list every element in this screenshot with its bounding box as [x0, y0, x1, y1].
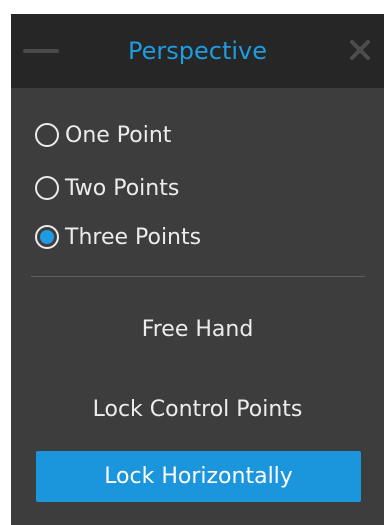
radio-button-checked-icon[interactable] — [35, 225, 59, 249]
radio-label: One Point — [65, 122, 172, 148]
lock-control-points-button[interactable]: Lock Control Points — [11, 397, 384, 422]
title-bar: Perspective — [11, 14, 384, 88]
radio-button-icon[interactable] — [35, 176, 59, 200]
radio-two-points[interactable]: Two Points — [35, 170, 179, 206]
radio-button-icon[interactable] — [35, 123, 59, 147]
divider — [31, 276, 365, 277]
radio-label: Three Points — [65, 224, 202, 250]
lock-horizontally-button[interactable]: Lock Horizontally — [36, 451, 361, 502]
free-hand-button[interactable]: Free Hand — [11, 317, 384, 342]
radio-label: Two Points — [65, 175, 180, 201]
close-icon[interactable] — [348, 38, 372, 62]
perspective-panel: Perspective One Point Two Points Three P… — [11, 14, 384, 525]
radio-one-point[interactable]: One Point — [35, 117, 171, 153]
panel-title: Perspective — [128, 37, 267, 65]
radio-three-points[interactable]: Three Points — [35, 219, 201, 255]
